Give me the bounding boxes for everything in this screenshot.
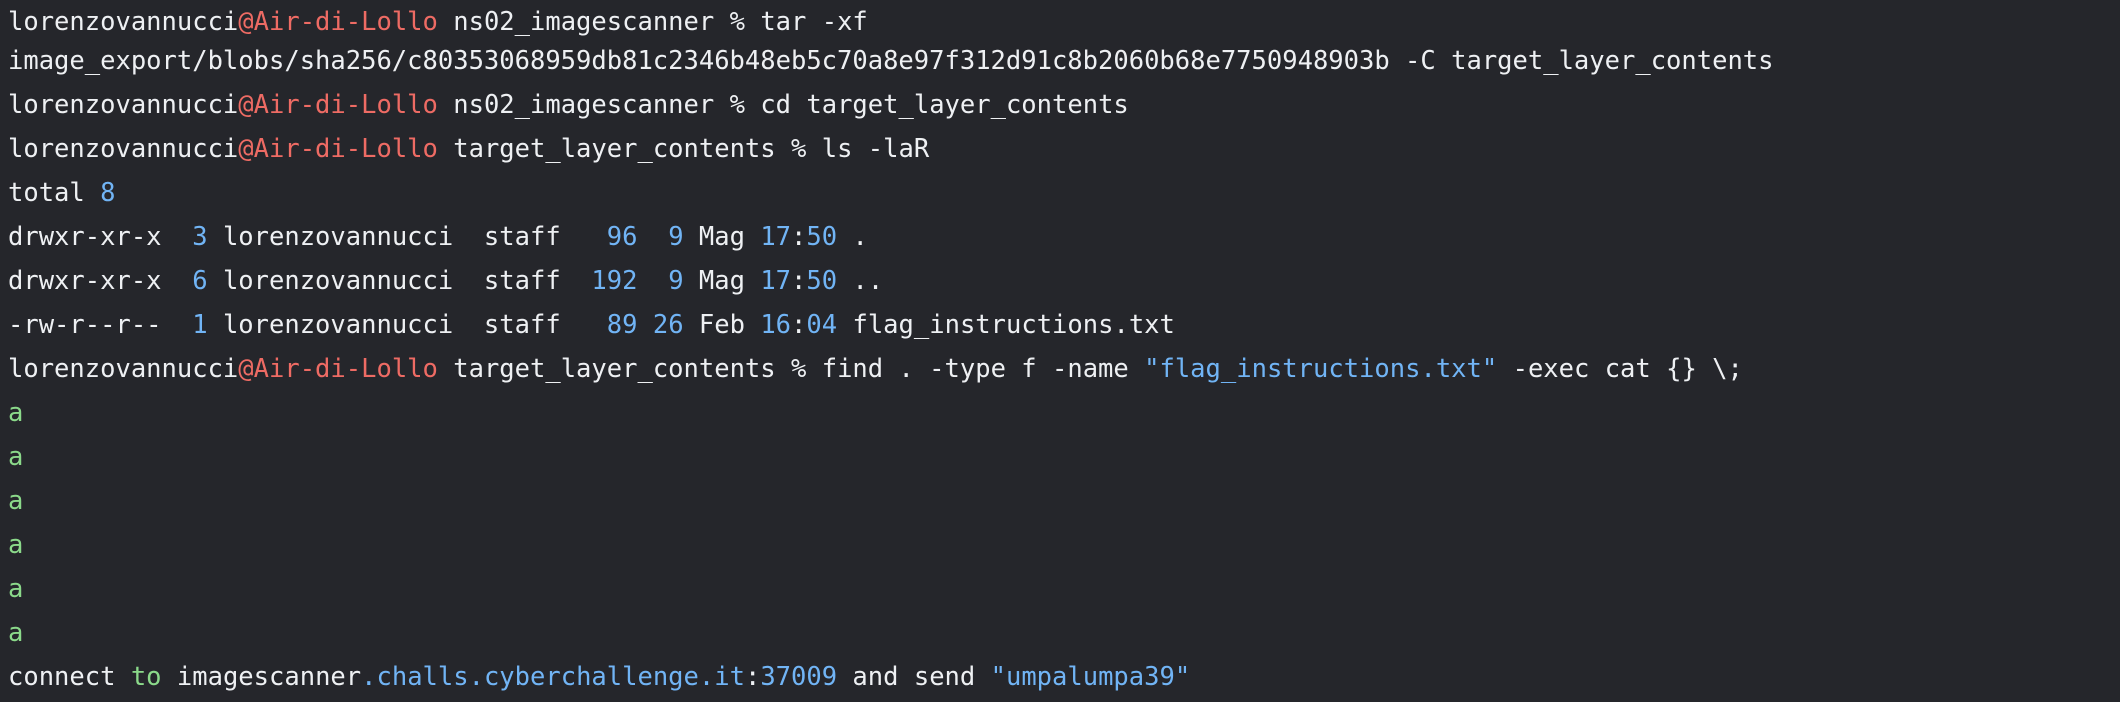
hour: 16 — [760, 310, 792, 340]
prompt-line-ls: lorenzovannucci@Air-di-Lollo target_laye… — [8, 127, 929, 171]
tar-arguments-line: image_export/blobs/sha256/c80353068959db… — [8, 39, 1774, 83]
output-line: a — [8, 574, 24, 604]
prompt-symbol: % — [791, 134, 822, 164]
output-line: a — [8, 618, 24, 648]
prompt-dir: target_layer_contents — [437, 354, 791, 384]
file-size: 96 — [606, 222, 638, 252]
time-colon: : — [791, 222, 807, 252]
text-to: to — [130, 662, 162, 692]
prompt-dir: ns02_imagescanner — [437, 7, 730, 37]
file-name: . — [837, 222, 868, 252]
permissions: -rw-r--r-- — [8, 310, 193, 340]
permissions: drwxr-xr-x — [8, 222, 193, 252]
minute: 50 — [806, 266, 838, 296]
minute: 04 — [806, 310, 838, 340]
prompt-user: lorenzovannucci — [8, 354, 239, 384]
owner-group: lorenzovannucci staff — [207, 266, 592, 296]
prompt-line-find: lorenzovannucci@Air-di-Lollo target_laye… — [8, 347, 1743, 391]
file-name: flag_instructions.txt — [837, 310, 1175, 340]
minute: 50 — [806, 222, 838, 252]
output-line: a — [8, 442, 24, 472]
link-count: 1 — [192, 310, 208, 340]
command-text: ls -laR — [821, 134, 930, 164]
text-password: "umpalumpa39" — [990, 662, 1191, 692]
command-text: tar -xf — [760, 7, 868, 37]
command-rest: -exec cat {} \; — [1497, 354, 1743, 384]
prompt-line-cd: lorenzovannucci@Air-di-Lollo ns02_images… — [8, 83, 1129, 127]
output-line: a — [8, 486, 24, 516]
prompt-symbol: % — [729, 90, 761, 120]
time-colon: : — [791, 310, 807, 340]
link-count: 3 — [192, 222, 208, 252]
month: Mag — [683, 222, 761, 252]
text-host-prefix: imagescanner — [161, 662, 362, 692]
prompt-host: @Air-di-Lollo — [238, 90, 438, 120]
output-line: a — [8, 398, 24, 428]
prompt-line-tar: lorenzovannucci@Air-di-Lollo ns02_images… — [8, 0, 868, 44]
prompt-symbol: % — [791, 354, 822, 384]
text-connect: connect — [8, 662, 131, 692]
listing-row: -rw-r--r-- 1 lorenzovannucci staff 89 26… — [8, 303, 1175, 347]
text-and-send: and send — [837, 662, 991, 692]
total-line: total 8 — [8, 171, 115, 215]
prompt-host: @Air-di-Lollo — [238, 7, 438, 37]
output-line: a — [8, 530, 24, 560]
command-string-arg: "flag_instructions.txt" — [1144, 354, 1498, 384]
file-size: 89 — [606, 310, 638, 340]
final-output-line: connect to imagescanner.challs.cyberchal… — [8, 655, 1190, 699]
permissions: drwxr-xr-x — [8, 266, 193, 296]
listing-row: drwxr-xr-x 3 lorenzovannucci staff 96 9 … — [8, 215, 868, 259]
prompt-user: lorenzovannucci — [8, 134, 239, 164]
command-args: image_export/blobs/sha256/c80353068959db… — [8, 46, 1774, 76]
prompt-symbol: % — [729, 7, 761, 37]
text-domain: .challs.cyberchallenge.it — [361, 662, 745, 692]
prompt-host: @Air-di-Lollo — [238, 354, 438, 384]
day: 9 — [668, 266, 684, 296]
hour: 17 — [760, 222, 792, 252]
link-count: 6 — [192, 266, 208, 296]
listing-row: drwxr-xr-x 6 lorenzovannucci staff 192 9… — [8, 259, 883, 303]
time-colon: : — [791, 266, 807, 296]
total-value: 8 — [100, 178, 116, 208]
month: Mag — [683, 266, 761, 296]
prompt-dir: target_layer_contents — [437, 134, 791, 164]
day: 9 — [668, 222, 684, 252]
command-text: find . -type f -name — [821, 354, 1145, 384]
prompt-user: lorenzovannucci — [8, 7, 239, 37]
prompt-host: @Air-di-Lollo — [238, 134, 438, 164]
prompt-user: lorenzovannucci — [8, 90, 239, 120]
file-name: .. — [837, 266, 884, 296]
text-port: 37009 — [760, 662, 838, 692]
command-text: cd target_layer_contents — [760, 90, 1129, 120]
day: 26 — [652, 310, 684, 340]
file-size: 192 — [591, 266, 638, 296]
total-label: total — [8, 178, 101, 208]
month: Feb — [683, 310, 761, 340]
prompt-dir: ns02_imagescanner — [437, 90, 730, 120]
owner-group: lorenzovannucci staff — [207, 310, 607, 340]
hour: 17 — [760, 266, 792, 296]
owner-group: lorenzovannucci staff — [207, 222, 607, 252]
text-colon: : — [744, 662, 761, 692]
terminal-window[interactable]: lorenzovannucci@Air-di-Lollo ns02_images… — [8, 0, 2112, 702]
